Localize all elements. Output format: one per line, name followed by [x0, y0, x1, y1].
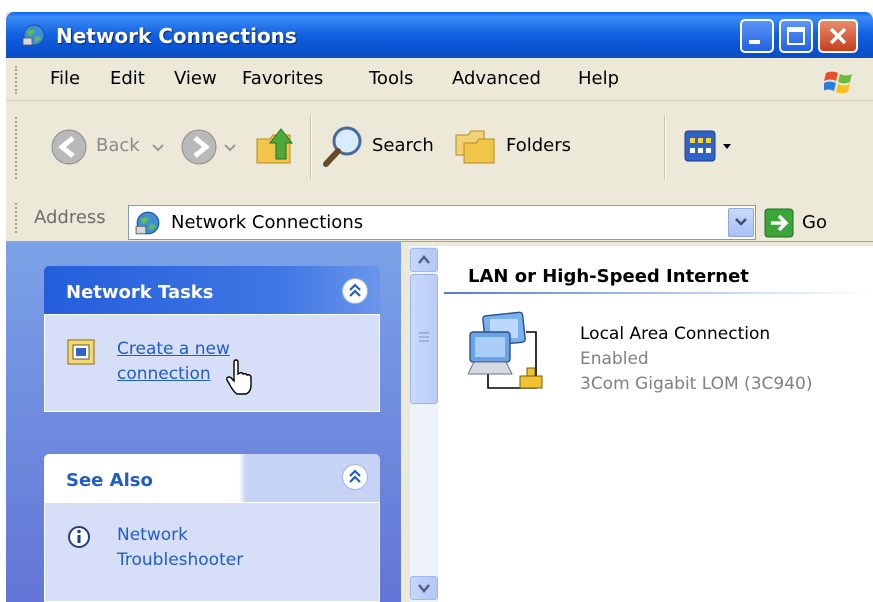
menu-view[interactable]: View	[174, 68, 217, 89]
menu-tools[interactable]: Tools	[369, 68, 413, 89]
toolbar-grip[interactable]	[15, 117, 20, 179]
address-value: Network Connections	[171, 212, 364, 233]
chevron-up-icon	[418, 255, 430, 264]
toolbar: Back Search Folders	[6, 101, 873, 196]
create-connection-link[interactable]: Create a new connection	[117, 337, 230, 387]
scroll-grip-icon	[419, 332, 429, 342]
network-troubleshooter-link[interactable]: Network Troubleshooter	[117, 523, 243, 573]
see-also-title: See Also	[66, 470, 153, 491]
maximize-button[interactable]	[779, 19, 813, 53]
network-tasks-header[interactable]: Network Tasks	[44, 266, 380, 314]
new-connection-icon	[67, 339, 95, 365]
info-icon	[68, 526, 90, 548]
go-button-label[interactable]: Go	[802, 212, 827, 233]
forward-dropdown-icon[interactable]	[224, 143, 236, 153]
lan-connection-icon[interactable]	[468, 310, 554, 394]
menu-favorites[interactable]: Favorites	[242, 68, 323, 89]
menu-bar: File Edit View Favorites Tools Advanced …	[6, 58, 873, 101]
folders-button-label[interactable]: Folders	[506, 135, 571, 156]
windows-logo-icon	[824, 71, 852, 94]
menu-advanced[interactable]: Advanced	[452, 68, 541, 89]
go-arrow-icon[interactable]	[764, 208, 794, 238]
see-also-header[interactable]: See Also	[44, 454, 380, 502]
chevron-up-double-icon	[349, 469, 361, 483]
connection-name[interactable]: Local Area Connection	[580, 324, 770, 344]
forward-arrow-icon[interactable]	[180, 128, 218, 166]
scroll-up-button[interactable]	[410, 248, 438, 272]
task-pane: Network Tasks Create a new connection Se…	[6, 242, 401, 602]
address-dropdown-button[interactable]	[728, 208, 754, 237]
scroll-down-button[interactable]	[410, 576, 438, 600]
collapse-button[interactable]	[342, 278, 368, 304]
collapse-button[interactable]	[342, 464, 368, 490]
close-button[interactable]	[818, 19, 858, 53]
address-grip[interactable]	[15, 203, 20, 233]
network-connections-icon	[22, 24, 45, 46]
see-also-panel: Network Troubleshooter	[44, 502, 380, 602]
connection-device: 3Com Gigabit LOM (3C940)	[580, 374, 813, 394]
views-icon[interactable]	[683, 129, 717, 163]
explorer-window: Network Connections File Edit View Favor…	[6, 12, 873, 602]
search-icon[interactable]	[322, 123, 366, 167]
back-arrow-icon[interactable]	[50, 128, 88, 166]
toolbar-separator	[310, 115, 312, 179]
sidebar-scrollbar[interactable]	[410, 246, 438, 602]
hand-cursor-icon	[226, 359, 252, 395]
troubleshooter-link-line1[interactable]: Network	[117, 523, 243, 548]
close-icon	[829, 27, 847, 45]
back-button-label[interactable]: Back	[96, 135, 140, 156]
group-divider	[444, 292, 873, 294]
scroll-thumb[interactable]	[410, 274, 438, 404]
window-title: Network Connections	[56, 24, 297, 48]
folders-icon[interactable]	[454, 125, 498, 167]
troubleshooter-link-line2[interactable]: Troubleshooter	[117, 548, 243, 573]
menu-help[interactable]: Help	[578, 68, 619, 89]
network-tasks-panel: Create a new connection	[44, 314, 380, 412]
network-connections-icon	[135, 211, 160, 235]
group-header: LAN or High-Speed Internet	[468, 266, 749, 287]
create-connection-link-line2[interactable]: connection	[117, 362, 230, 387]
views-dropdown-icon[interactable]	[722, 143, 732, 151]
back-dropdown-icon[interactable]	[152, 143, 164, 153]
minimize-icon	[749, 40, 760, 44]
up-folder-icon[interactable]	[254, 123, 298, 167]
chevron-down-icon	[418, 584, 430, 593]
address-label: Address	[34, 207, 106, 228]
create-connection-link-line1[interactable]: Create a new	[117, 337, 230, 362]
content-area	[438, 246, 873, 602]
connection-status: Enabled	[580, 349, 649, 369]
network-tasks-title: Network Tasks	[66, 282, 214, 303]
toolbar-separator	[664, 115, 666, 179]
address-field[interactable]: Network Connections	[128, 205, 756, 240]
menu-grip[interactable]	[15, 66, 20, 94]
chevron-up-double-icon	[349, 283, 361, 297]
search-button-label[interactable]: Search	[372, 135, 434, 156]
minimize-button[interactable]	[740, 19, 774, 53]
menu-file[interactable]: File	[50, 68, 80, 89]
chevron-down-icon	[735, 218, 747, 226]
maximize-icon	[787, 27, 805, 45]
title-bar[interactable]: Network Connections	[6, 12, 873, 58]
menu-edit[interactable]: Edit	[110, 68, 145, 89]
